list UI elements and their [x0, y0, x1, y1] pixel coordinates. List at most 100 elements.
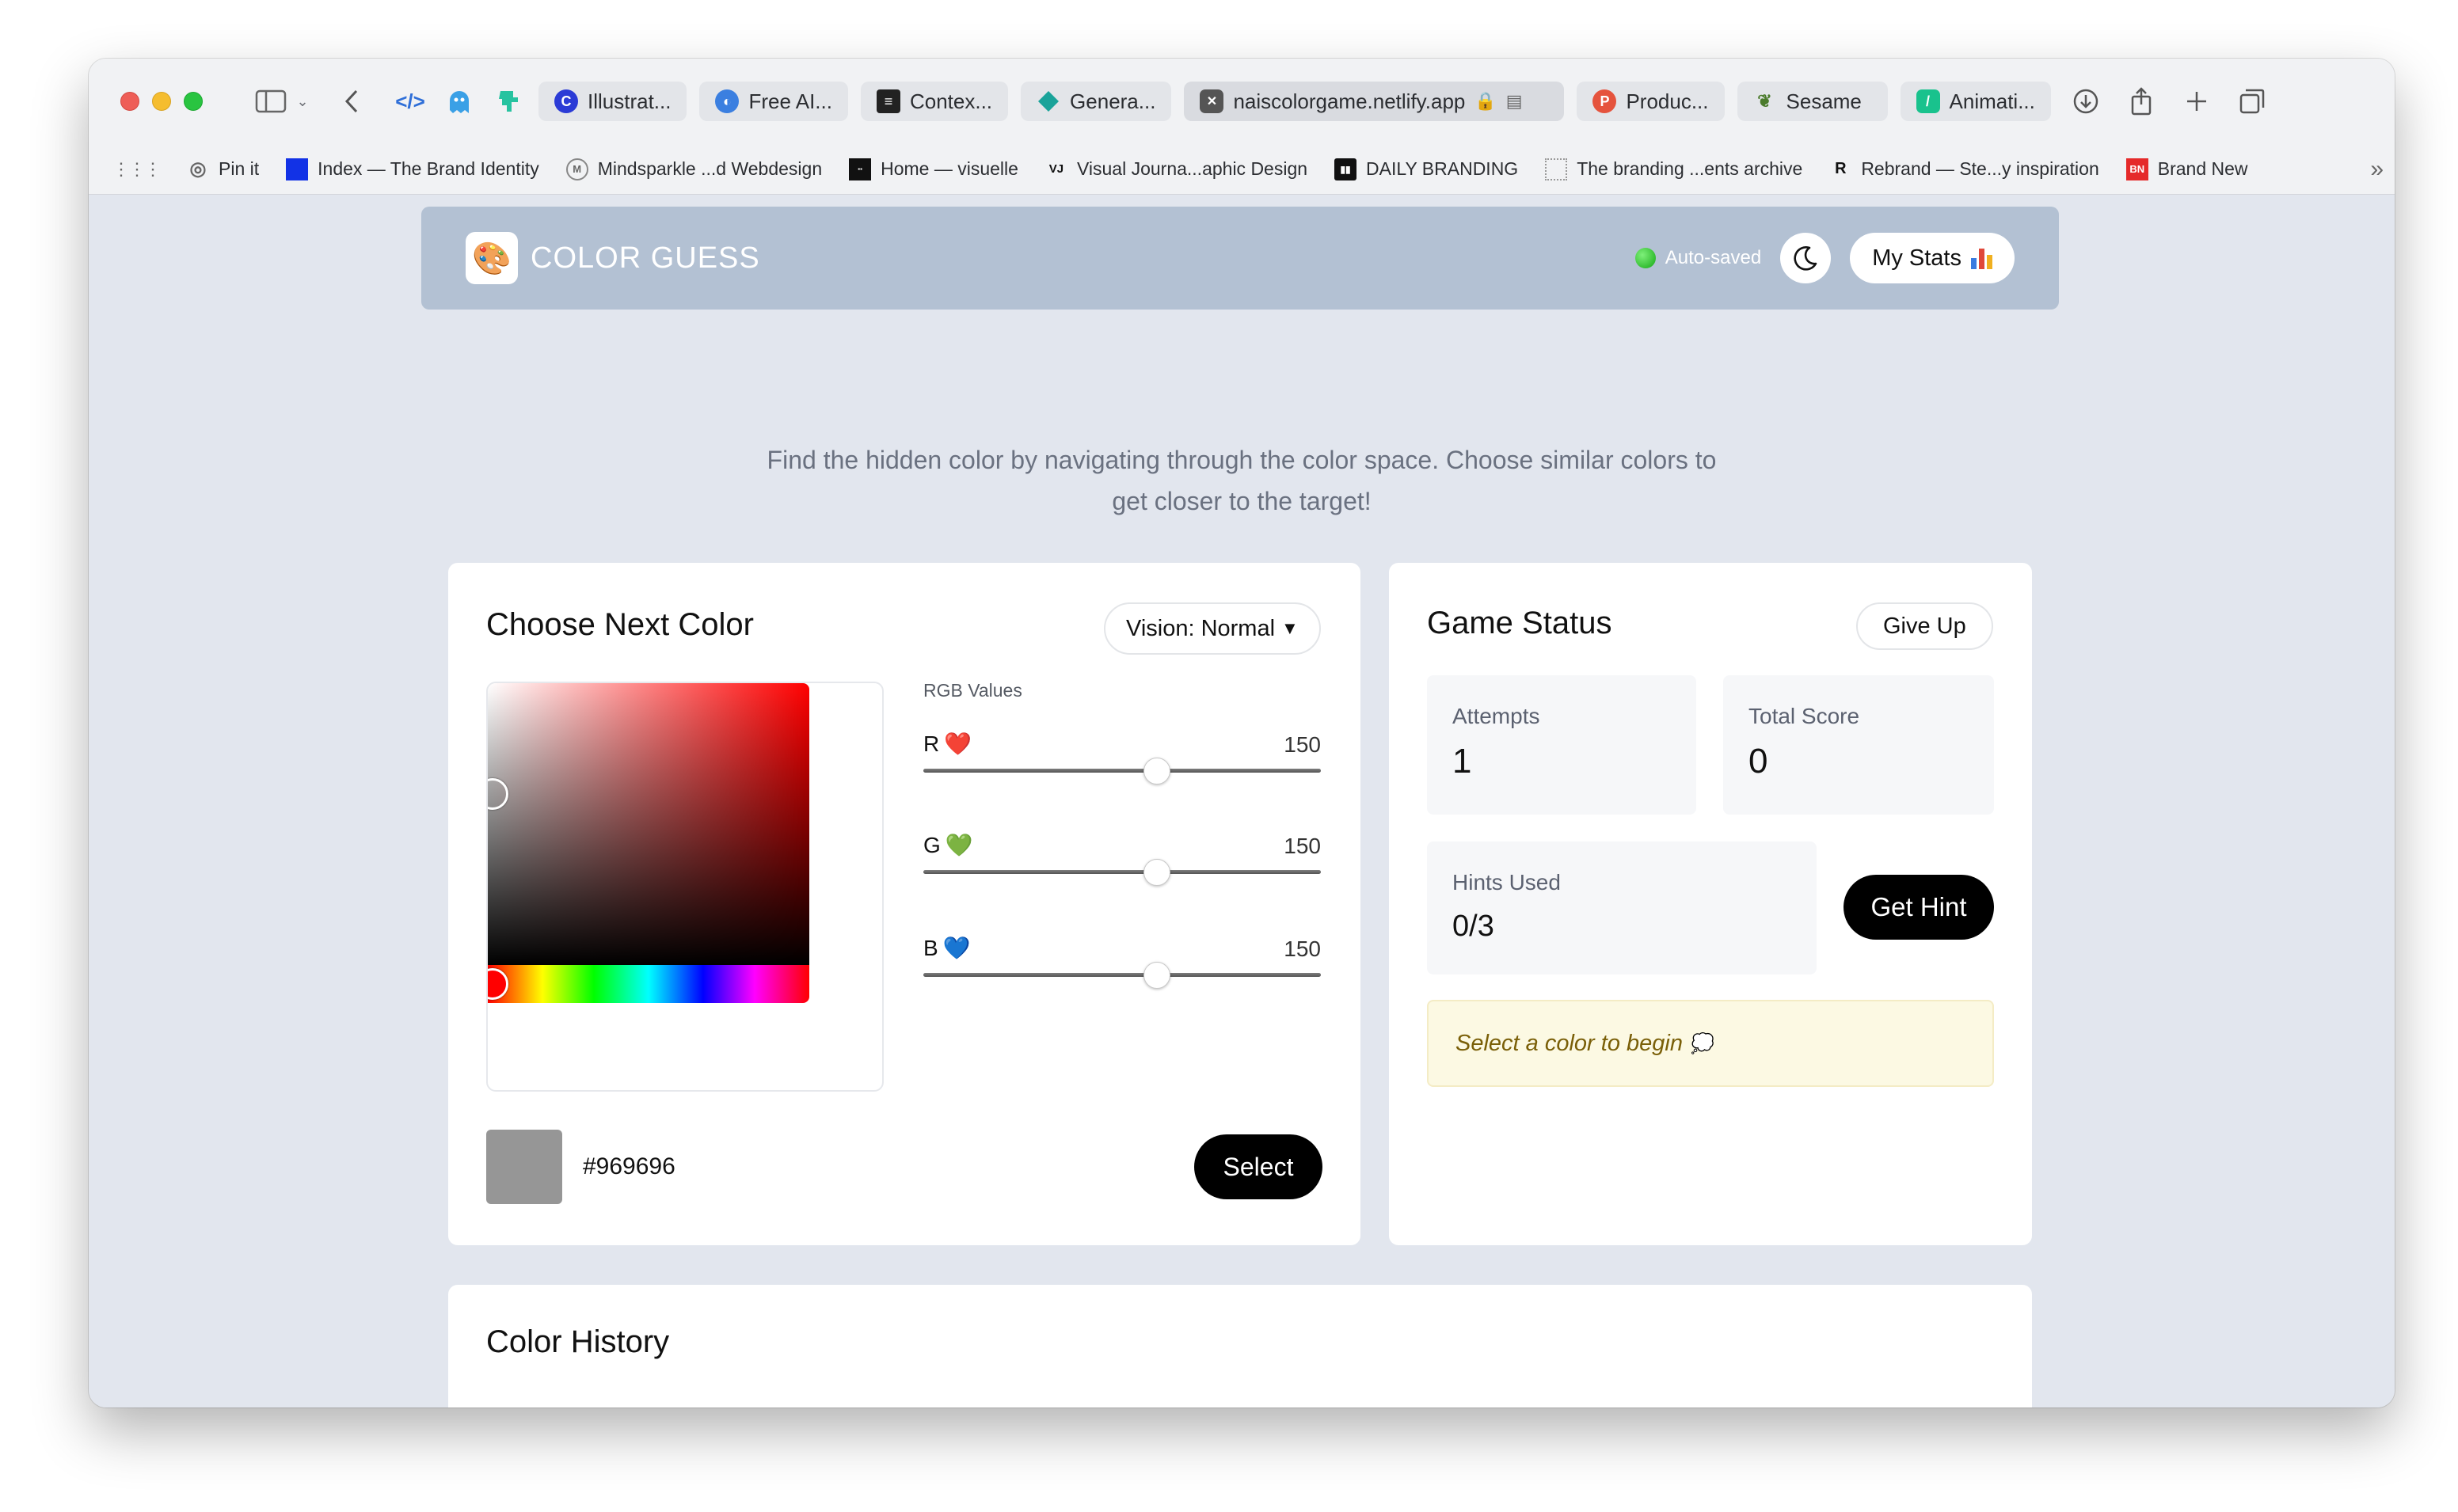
green-value: 150 [1284, 834, 1321, 858]
tab-label: Free AI... [748, 89, 832, 113]
blue-square-icon [286, 158, 309, 180]
autosave-label: Auto-saved [1665, 247, 1762, 268]
blue-slider-row: B 💙 150 [923, 935, 1321, 998]
download-icon[interactable] [2068, 84, 2103, 119]
bookmark-label: Mindsparkle ...d Webdesign [597, 158, 823, 179]
minimize-window-button[interactable] [152, 92, 171, 111]
address-url[interactable]: naiscolorgame.netlify.app [1233, 89, 1465, 114]
bookmark-brand-new[interactable]: BN Brand New [2125, 158, 2248, 180]
bookmark-label: Brand New [2157, 158, 2248, 179]
green-slider-thumb[interactable] [1143, 859, 1171, 886]
tab-genera[interactable]: Genera... [1021, 82, 1172, 121]
rgb-values-title: RGB Values [923, 680, 1022, 701]
dark-mode-toggle[interactable] [1780, 233, 1832, 283]
attempts-box: Attempts 1 [1427, 675, 1696, 815]
reader-icon[interactable]: ▤ [1506, 91, 1523, 112]
tab-animati[interactable]: / Animati... [1900, 82, 2051, 121]
ai-swirl-icon: ◐ [715, 89, 740, 113]
animation-icon: / [1916, 89, 1940, 113]
choose-color-card: Choose Next Color Vision: Normal ▼ RGB V… [448, 563, 1360, 1245]
game-status-title: Game Status [1427, 606, 1612, 640]
ghost-extension-icon[interactable] [442, 84, 477, 119]
green-slider-track[interactable] [923, 870, 1321, 874]
zoom-window-button[interactable] [184, 92, 203, 111]
green-dot-icon [1634, 248, 1656, 268]
leaf-icon: ❦ [1757, 91, 1772, 111]
bookmark-rebrand[interactable]: R Rebrand — Ste...y inspiration [1829, 158, 2099, 180]
bookmark-daily-branding[interactable]: ▮▮ DAILY BRANDING [1334, 158, 1518, 180]
tab-sesame[interactable]: ❦ Sesame [1737, 82, 1888, 121]
color-history-title: Color History [486, 1324, 670, 1359]
blue-slider-thumb[interactable] [1143, 962, 1171, 989]
thought-bubble-icon: 💭 [1690, 1032, 1714, 1054]
hex-value: #969696 [583, 1153, 675, 1180]
bookmark-label: DAILY BRANDING [1366, 158, 1519, 179]
blue-slider-track[interactable] [923, 973, 1321, 977]
tab-label: Animati... [1949, 89, 2035, 113]
share-icon[interactable] [2124, 84, 2159, 119]
vision-dropdown[interactable]: Vision: Normal ▼ [1104, 602, 1321, 655]
bookmark-visuelle[interactable]: ▪▪ Home — visuelle [849, 158, 1018, 180]
saturation-value-area[interactable] [488, 683, 809, 965]
tab-active-colorgame[interactable]: ✕ naiscolorgame.netlify.app 🔒 ▤ [1184, 82, 1565, 121]
bookmark-branding-archive[interactable]: The branding ...ents archive [1545, 158, 1802, 180]
choose-color-title: Choose Next Color [486, 607, 754, 642]
hue-slider[interactable] [488, 965, 809, 1003]
tab-context[interactable]: ≡ Contex... [860, 82, 1009, 121]
c-logo-icon: C [554, 89, 578, 113]
total-score-value: 0 [1748, 742, 1768, 781]
diamond-icon [1037, 89, 1060, 113]
hints-used-value: 0/3 [1452, 910, 1494, 943]
my-stats-button[interactable]: My Stats [1850, 233, 2015, 283]
tab-illustrat[interactable]: C Illustrat... [538, 82, 687, 121]
give-up-button[interactable]: Give Up [1856, 602, 1993, 650]
back-icon[interactable] [334, 84, 369, 119]
close-icon[interactable]: ✕ [1200, 89, 1224, 113]
new-tab-icon[interactable] [2179, 84, 2214, 119]
bookmark-label: Home — visuelle [881, 158, 1018, 179]
tab-label: Contex... [909, 89, 993, 113]
dotted-square-icon [1545, 158, 1568, 180]
attempts-value: 1 [1452, 742, 1472, 781]
bookmark-visual-journal[interactable]: VJ Visual Journa...aphic Design [1045, 158, 1307, 180]
dino-extension-icon[interactable] [491, 84, 526, 119]
code-icon[interactable]: </> [393, 84, 428, 119]
color-picker [486, 682, 884, 1092]
apps-grid-icon[interactable]: ⋮⋮⋮ [112, 159, 162, 180]
red-slider-thumb[interactable] [1143, 758, 1171, 784]
tab-overview-icon[interactable] [2235, 84, 2270, 119]
attempts-label: Attempts [1452, 704, 1540, 728]
intro-line-1: Find the hidden color by navigating thro… [767, 446, 1717, 474]
tab-label: Produc... [1626, 89, 1709, 113]
vision-label: Vision: Normal [1126, 615, 1276, 641]
select-button[interactable]: Select [1194, 1134, 1322, 1199]
chevron-down-icon[interactable]: ⌄ [293, 84, 312, 119]
tab-label: Sesame [1786, 89, 1862, 113]
red-label: R [923, 731, 940, 756]
get-hint-button[interactable]: Get Hint [1844, 875, 1994, 940]
bookmark-index[interactable]: Index — The Brand Identity [286, 158, 539, 180]
vj-icon: VJ [1048, 162, 1064, 176]
intro-line-2: get closer to the target! [1112, 487, 1372, 515]
bookmark-label: The branding ...ents archive [1577, 158, 1803, 179]
intro-text: Find the hidden color by navigating thro… [89, 439, 2395, 522]
green-slider-row: G 💚 150 [923, 832, 1321, 895]
autosave-status: Auto-saved [1634, 247, 1762, 269]
my-stats-label: My Stats [1872, 245, 1961, 271]
close-window-button[interactable] [120, 92, 139, 111]
red-slider-track[interactable] [923, 769, 1321, 773]
sidebar-icon[interactable] [253, 84, 288, 119]
blue-heart-icon: 💙 [942, 936, 971, 960]
bookmarks-overflow-icon[interactable]: » [2370, 156, 2384, 183]
tab-free-ai[interactable]: ◐ Free AI... [699, 82, 848, 121]
bookmark-mindsparkle[interactable]: M Mindsparkle ...d Webdesign [565, 158, 823, 180]
tab-label: Genera... [1070, 89, 1156, 113]
green-heart-icon: 💚 [945, 833, 973, 857]
context-logo-icon: ≡ [876, 89, 900, 113]
moon-icon [1794, 246, 1817, 271]
color-history-card: Color History [448, 1285, 2032, 1408]
tab-produc[interactable]: P Produc... [1577, 82, 1725, 121]
bookmark-pin-it[interactable]: ◎ Pin it [187, 158, 260, 180]
total-score-label: Total Score [1748, 704, 1860, 728]
tab-label: Illustrat... [588, 89, 672, 113]
